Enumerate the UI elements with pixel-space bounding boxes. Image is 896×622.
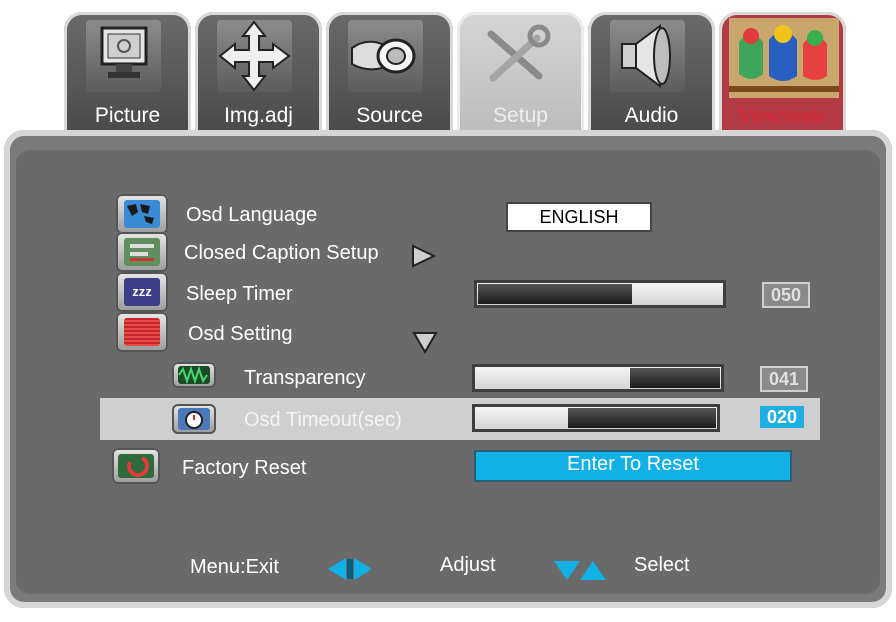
sleep-timer-value: 050 — [762, 282, 810, 308]
menu-exit-hint: Menu:Exit — [190, 556, 279, 578]
transparency-slider[interactable] — [472, 364, 724, 392]
slider-empty — [630, 368, 720, 388]
tab-img-adj[interactable]: Img.adj — [195, 12, 322, 134]
osd-setting-label[interactable]: Osd Setting — [188, 323, 293, 346]
osd-timeout-label[interactable]: Osd Timeout(sec) — [244, 409, 402, 432]
osd-language-value[interactable]: ENGLISH — [506, 202, 652, 232]
connector-icon — [348, 20, 423, 92]
slider-empty — [568, 408, 716, 428]
sleep-timer-label: Sleep Timer — [186, 283, 293, 305]
osd-icon — [116, 312, 168, 352]
up-down-arrows-icon — [552, 558, 608, 587]
tab-label: Picture — [94, 104, 161, 127]
tools-icon — [479, 20, 554, 92]
tab-audio[interactable]: Audio — [588, 12, 715, 134]
tab-label: Img.adj — [224, 104, 293, 127]
reset-icon — [112, 448, 160, 484]
speaker-icon — [610, 20, 685, 92]
monitor-icon — [86, 20, 161, 92]
sleep-timer-slider[interactable] — [474, 280, 726, 308]
closed-caption-label[interactable]: Closed Caption Setup — [184, 242, 379, 265]
slider-empty — [478, 284, 632, 304]
timer-icon — [172, 404, 216, 434]
select-hint: Select — [634, 554, 690, 576]
left-right-arrows-icon — [326, 555, 374, 588]
tab-picture[interactable]: Picture — [64, 12, 191, 134]
tab-label: Audio — [624, 104, 679, 127]
osd-setting-expand-arrow-icon[interactable] — [412, 330, 438, 359]
tab-label: Setup — [493, 104, 548, 127]
caption-icon — [116, 232, 168, 272]
zzz-icon: zzz — [116, 272, 168, 312]
waveform-icon — [172, 362, 216, 388]
osd-timeout-value: 020 — [758, 404, 806, 430]
adjust-hint: Adjust — [440, 554, 496, 576]
osd-language-label: Osd Language — [186, 204, 318, 226]
brand-wordmark: ViewSonic — [737, 105, 828, 127]
tab-setup[interactable]: Setup — [457, 12, 584, 134]
factory-reset-label: Factory Reset — [182, 457, 307, 479]
tab-source[interactable]: Source — [326, 12, 453, 134]
birds-logo-icon — [729, 18, 839, 98]
transparency-label: Transparency — [244, 367, 366, 389]
osd-timeout-slider[interactable] — [472, 404, 720, 432]
enter-to-reset-button[interactable]: Enter To Reset — [474, 450, 792, 482]
closed-caption-enter-arrow-icon[interactable] — [410, 244, 437, 273]
tab-viewsonic[interactable]: ViewSonic — [719, 12, 846, 134]
transparency-value: 041 — [760, 366, 808, 392]
move-arrows-icon — [217, 20, 292, 92]
world-map-icon — [116, 194, 168, 234]
tab-label: Source — [356, 104, 423, 127]
